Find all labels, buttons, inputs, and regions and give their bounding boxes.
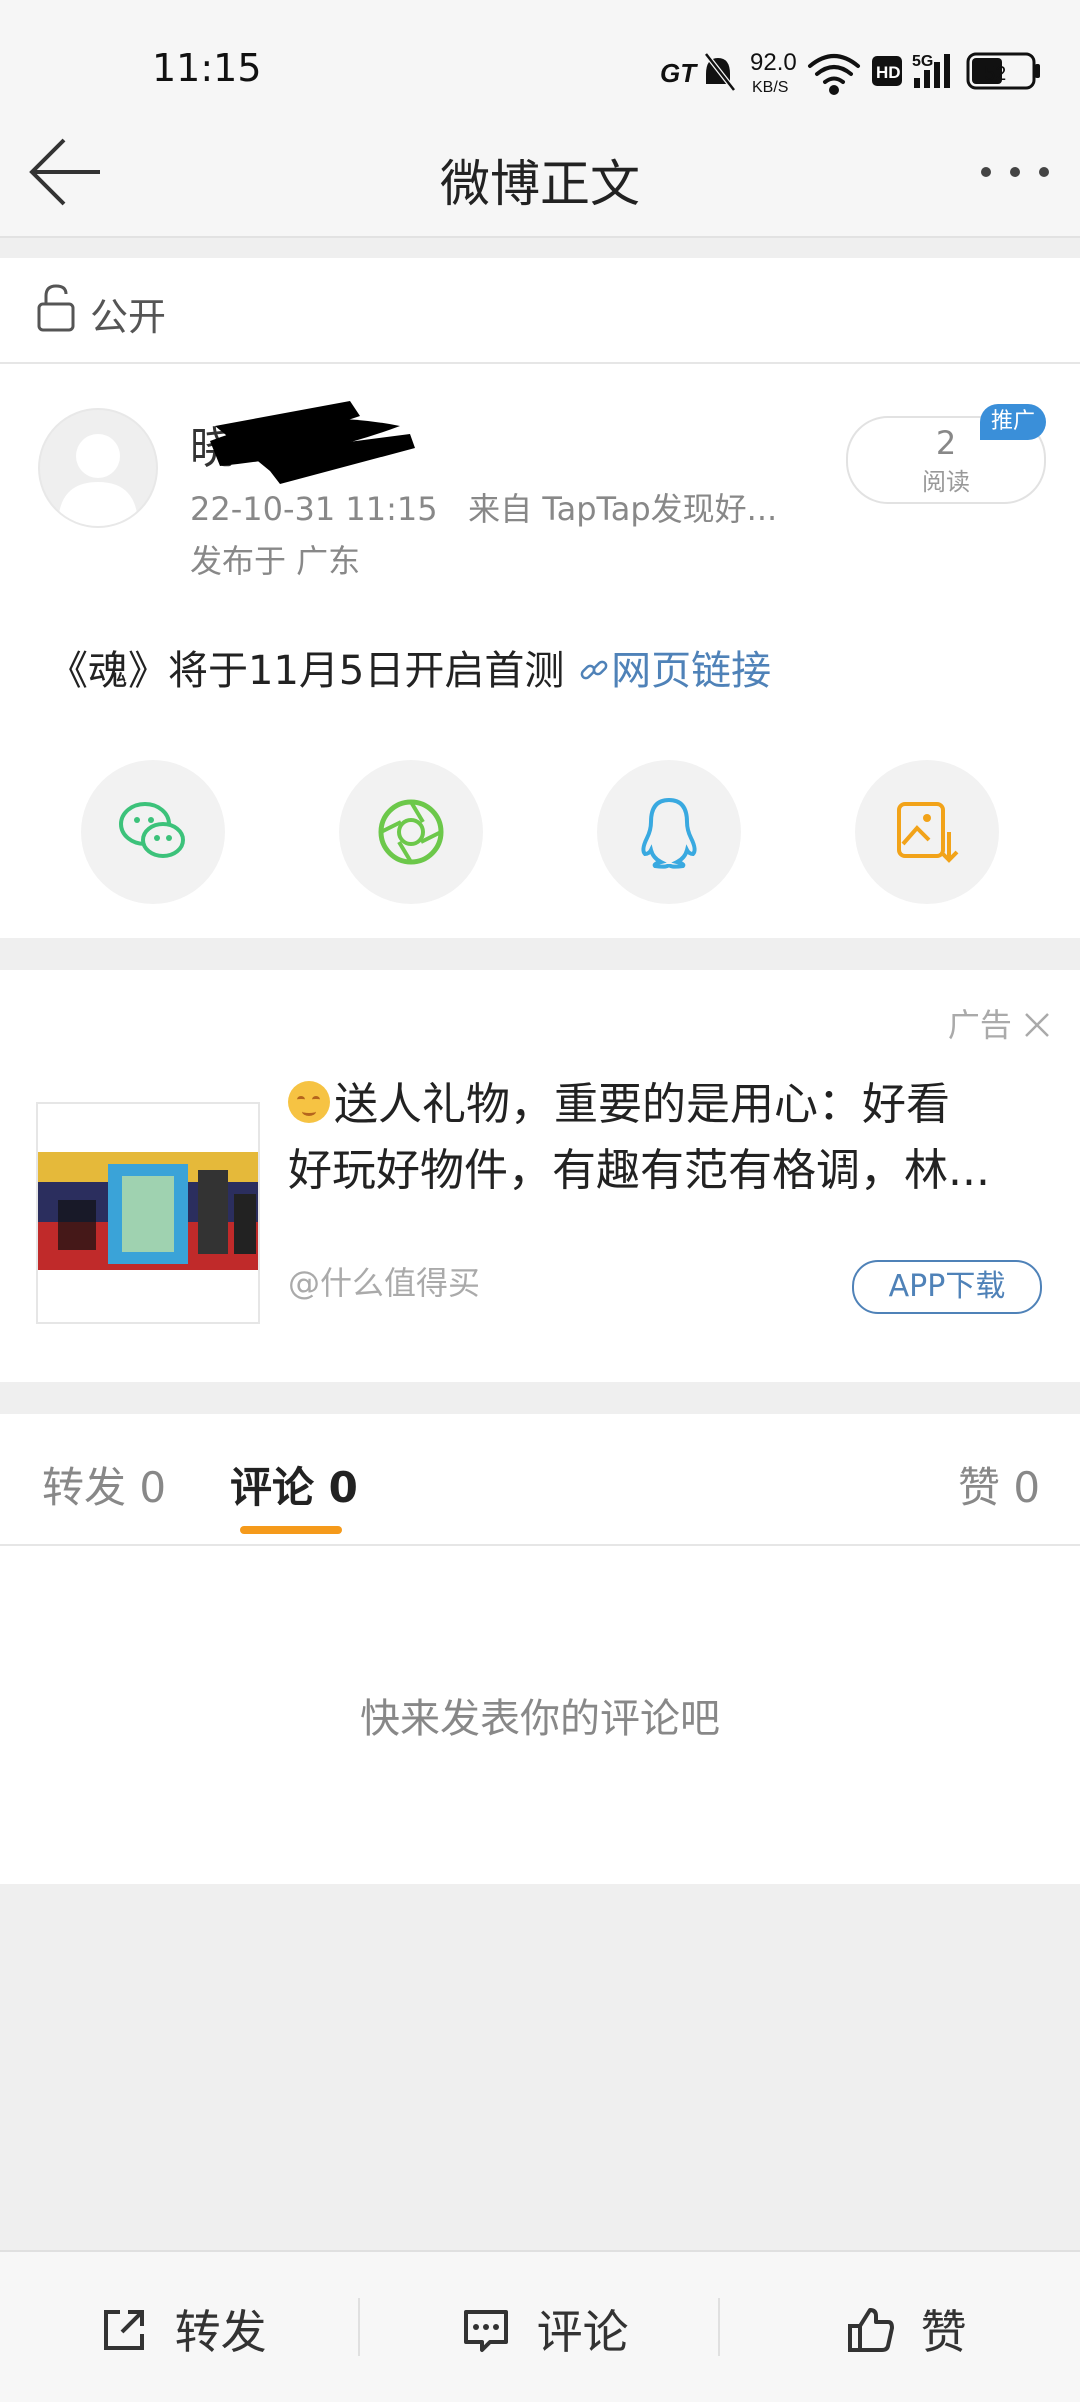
ad-tag[interactable]: 广告 bbox=[948, 1000, 1052, 1046]
visibility-row: 公开 bbox=[0, 258, 1080, 364]
comment-label: 评论 bbox=[536, 2305, 629, 2359]
svg-text:52: 52 bbox=[984, 63, 1006, 85]
unlock-icon bbox=[37, 284, 75, 332]
repost-button[interactable]: 转发 bbox=[98, 2296, 267, 2359]
like-label: 赞 bbox=[920, 2305, 967, 2359]
ad-line1-text: 送人礼物，重要的是用心：好看 bbox=[334, 1079, 950, 1130]
ad-label: 广告 bbox=[947, 1006, 1012, 1044]
more-icon[interactable] bbox=[974, 152, 1056, 192]
tab-bar: 转发 0 评论 0 赞 0 bbox=[0, 1414, 1080, 1546]
status-time: 11:15 bbox=[152, 46, 262, 90]
wifi-icon bbox=[808, 54, 860, 95]
visibility-label: 公开 bbox=[90, 295, 167, 339]
svg-text:HD: HD bbox=[876, 63, 901, 82]
post-location: 发布于 广东 bbox=[190, 542, 361, 580]
avatar[interactable] bbox=[38, 408, 158, 528]
page-title: 微博正文 bbox=[440, 155, 640, 213]
post-source: 来自 TapTap发现好... bbox=[468, 490, 778, 528]
active-tab-indicator bbox=[240, 1526, 342, 1534]
ad-image bbox=[38, 1104, 258, 1322]
save-image-button[interactable] bbox=[855, 760, 999, 904]
post-text: 《魂》将于11月5日开启首测 bbox=[48, 648, 565, 694]
comments-area: 快来发表你的评论吧 bbox=[0, 1546, 1080, 1884]
share-qq-button[interactable] bbox=[597, 760, 741, 904]
ad-title-line2: 好玩好物件，有趣有范有格调，林... bbox=[288, 1145, 990, 1196]
tab-repost[interactable]: 转发 0 bbox=[42, 1454, 166, 1515]
status-icons: GT 92.0 KB/S HD 5G 52 bbox=[660, 49, 1040, 96]
ad-card[interactable]: 广告 送人礼物，重要的是用心：好看 好玩好物件，有趣有范有格调，林... @什么… bbox=[0, 970, 1080, 1382]
app-download-button[interactable]: APP下载 bbox=[852, 1260, 1042, 1314]
comment-icon bbox=[464, 2310, 508, 2352]
tab-like[interactable]: 赞 0 bbox=[958, 1454, 1040, 1515]
web-link-label: 网页链接 bbox=[611, 648, 772, 694]
thumbs-up-icon bbox=[848, 2308, 894, 2352]
read-label: 阅读 bbox=[922, 468, 970, 496]
speed-unit: KB/S bbox=[752, 79, 788, 96]
gt-indicator: GT bbox=[660, 58, 698, 88]
comment-button[interactable]: 评论 bbox=[460, 2296, 629, 2359]
wechat-icon bbox=[119, 802, 185, 858]
smile-emoji-icon bbox=[288, 1081, 330, 1123]
post-time: 22-10-31 11:15 bbox=[190, 490, 438, 528]
close-icon[interactable] bbox=[1022, 1010, 1052, 1040]
repost-label: 转发 bbox=[174, 2305, 267, 2359]
like-button[interactable]: 赞 bbox=[844, 2296, 967, 2359]
divider bbox=[358, 2298, 360, 2356]
moments-icon bbox=[378, 799, 444, 865]
web-link[interactable]: 网页链接 bbox=[577, 648, 771, 694]
link-icon bbox=[580, 660, 608, 680]
battery-icon: 52 bbox=[966, 52, 1040, 90]
top-navbar: 微博正文 bbox=[0, 100, 1080, 238]
avatar-placeholder-icon bbox=[58, 434, 138, 526]
post-meta: 22-10-31 11:15 来自 TapTap发现好... bbox=[190, 484, 777, 530]
bottom-action-bar: 转发 评论 赞 bbox=[0, 2250, 1080, 2402]
speed-value: 92.0 bbox=[750, 49, 797, 76]
post-content: 《魂》将于11月5日开启首测 网页链接 bbox=[48, 638, 771, 696]
repost-icon bbox=[104, 2310, 144, 2350]
ad-source: @什么值得买 bbox=[288, 1264, 481, 1302]
tab-comment[interactable]: 评论 0 bbox=[230, 1454, 358, 1515]
qq-icon bbox=[641, 797, 697, 869]
promo-badge: 推广 bbox=[980, 404, 1046, 440]
mute-icon bbox=[704, 52, 736, 92]
share-moments-button[interactable] bbox=[339, 760, 483, 904]
save-image-icon bbox=[897, 802, 959, 863]
share-wechat-button[interactable] bbox=[81, 760, 225, 904]
network-type: 5G bbox=[912, 53, 933, 70]
empty-comments-message: 快来发表你的评论吧 bbox=[360, 1696, 720, 1742]
ad-thumbnail[interactable] bbox=[36, 1102, 260, 1324]
ad-title-line1: 送人礼物，重要的是用心：好看 bbox=[288, 1068, 950, 1132]
redaction-scribble bbox=[210, 401, 415, 484]
post-card: 晓 22-10-31 11:15 来自 TapTap发现好... 发布于 广东 … bbox=[0, 364, 1080, 938]
divider bbox=[718, 2298, 720, 2356]
